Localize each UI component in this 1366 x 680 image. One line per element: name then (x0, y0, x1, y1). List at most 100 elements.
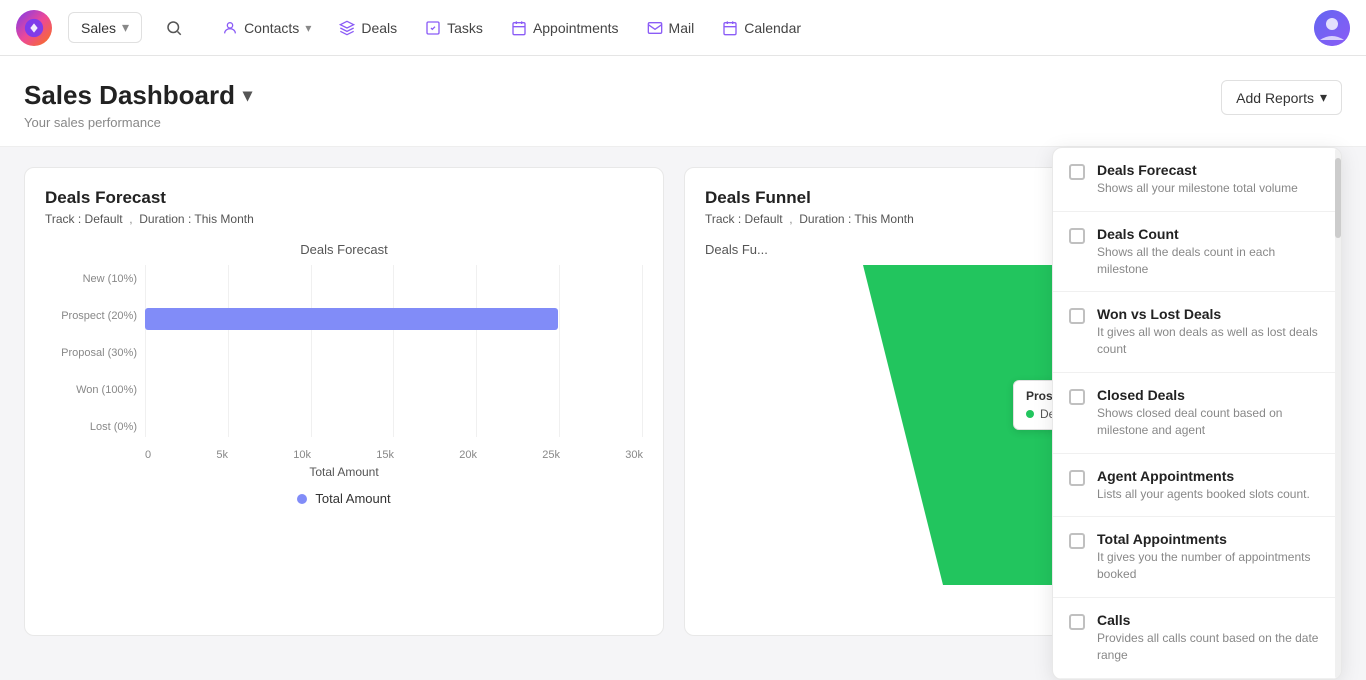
scrollbar-thumb (1335, 158, 1341, 238)
report-desc-closed-deals: Shows closed deal count based on milesto… (1097, 405, 1325, 439)
x-label-25k: 25k (542, 449, 560, 461)
report-info-agent-appointments: Agent Appointments Lists all your agents… (1097, 468, 1310, 503)
page-header: Sales Dashboard ▾ Your sales performance… (0, 56, 1366, 147)
search-button[interactable] (158, 12, 190, 44)
report-info-total-appointments: Total Appointments It gives you the numb… (1097, 531, 1325, 583)
report-info-closed-deals: Closed Deals Shows closed deal count bas… (1097, 387, 1325, 439)
report-item-calls[interactable]: Calls Provides all calls count based on … (1053, 598, 1341, 679)
x-label-20k: 20k (459, 449, 477, 461)
nav-mail[interactable]: Mail (635, 12, 707, 44)
x-label-0: 0 (145, 449, 151, 461)
page-title-text: Sales Dashboard (24, 80, 235, 111)
report-checkbox-deals-forecast[interactable] (1069, 164, 1085, 180)
deals-forecast-title: Deals Forecast (45, 188, 643, 208)
nav-appointments[interactable]: Appointments (499, 12, 631, 44)
funnel-track-label: Track : Default (705, 212, 783, 226)
report-desc-agent-appointments: Lists all your agents booked slots count… (1097, 486, 1310, 503)
report-checkbox-closed-deals[interactable] (1069, 389, 1085, 405)
report-name-deals-forecast: Deals Forecast (1097, 162, 1298, 178)
page: Sales Dashboard ▾ Your sales performance… (0, 56, 1366, 656)
funnel-duration-label: Duration : This Month (799, 212, 914, 226)
report-item-total-appointments[interactable]: Total Appointments It gives you the numb… (1053, 517, 1341, 598)
top-navigation: Sales ▾ Contacts ▾ Deals Tasks Appointme… (0, 0, 1366, 56)
bar-row-new (145, 265, 643, 301)
deals-forecast-subtitle: Track : Default , Duration : This Month (45, 212, 643, 226)
chart-legend: Total Amount (45, 491, 643, 506)
report-checkbox-deals-count[interactable] (1069, 228, 1085, 244)
workspace-label: Sales (81, 20, 116, 36)
report-info-won-vs-lost: Won vs Lost Deals It gives all won deals… (1097, 306, 1325, 358)
report-item-agent-appointments[interactable]: Agent Appointments Lists all your agents… (1053, 454, 1341, 518)
report-checkbox-won-vs-lost[interactable] (1069, 308, 1085, 324)
nav-tasks[interactable]: Tasks (413, 12, 495, 44)
user-avatar[interactable] (1314, 10, 1350, 46)
report-desc-deals-forecast: Shows all your milestone total volume (1097, 180, 1298, 197)
track-label: Track : Default (45, 212, 123, 226)
workspace-selector[interactable]: Sales ▾ (68, 12, 142, 43)
page-title-area: Sales Dashboard ▾ Your sales performance (24, 80, 252, 130)
report-name-closed-deals: Closed Deals (1097, 387, 1325, 403)
y-label-prospect: Prospect (20%) (45, 306, 137, 326)
nav-contacts[interactable]: Contacts ▾ (210, 12, 323, 44)
title-chevron-icon[interactable]: ▾ (243, 85, 252, 106)
report-item-closed-deals[interactable]: Closed Deals Shows closed deal count bas… (1053, 373, 1341, 454)
report-info-deals-count: Deals Count Shows all the deals count in… (1097, 226, 1325, 278)
page-title: Sales Dashboard ▾ (24, 80, 252, 111)
bar-prospect (145, 308, 558, 330)
report-info-deals-forecast: Deals Forecast Shows all your milestone … (1097, 162, 1298, 197)
chevron-down-icon: ▾ (305, 21, 311, 35)
legend-dot (297, 494, 307, 504)
bar-row-proposal (145, 337, 643, 373)
y-axis: New (10%) Prospect (20%) Proposal (30%) … (45, 265, 145, 461)
scrollbar-track[interactable] (1335, 148, 1341, 679)
nav-appointments-label: Appointments (533, 20, 619, 36)
report-desc-won-vs-lost: It gives all won deals as well as lost d… (1097, 324, 1325, 358)
chart-plot-area: 0 5k 10k 15k 20k 25k 30k (145, 265, 643, 461)
x-label-10k: 10k (293, 449, 311, 461)
bar-row-won (145, 373, 643, 409)
duration-label: Duration : This Month (139, 212, 254, 226)
reports-panel: Deals Forecast Shows all your milestone … (1052, 147, 1342, 680)
bar-chart-container: Deals Forecast New (10%) Prospect (20%) … (45, 242, 643, 506)
report-desc-deals-count: Shows all the deals count in each milest… (1097, 244, 1325, 278)
bar-row-prospect (145, 301, 643, 337)
chevron-down-icon: ▾ (1320, 89, 1327, 106)
chevron-down-icon: ▾ (122, 19, 129, 36)
report-checkbox-calls[interactable] (1069, 614, 1085, 630)
main-content: Deals Forecast Track : Default , Duratio… (0, 147, 1366, 656)
y-label-lost: Lost (0%) (45, 417, 137, 437)
nav-mail-label: Mail (669, 20, 695, 36)
nav-tasks-label: Tasks (447, 20, 483, 36)
bar-row-lost (145, 409, 643, 445)
report-name-won-vs-lost: Won vs Lost Deals (1097, 306, 1325, 322)
y-label-proposal: Proposal (30%) (45, 343, 137, 363)
report-desc-calls: Provides all calls count based on the da… (1097, 630, 1325, 664)
x-label-30k: 30k (625, 449, 643, 461)
y-label-won: Won (100%) (45, 380, 137, 400)
report-name-deals-count: Deals Count (1097, 226, 1325, 242)
nav-calendar-label: Calendar (744, 20, 801, 36)
x-axis-title: Total Amount (45, 465, 643, 479)
legend-label: Total Amount (315, 491, 390, 506)
report-name-agent-appointments: Agent Appointments (1097, 468, 1310, 484)
app-logo (16, 10, 52, 46)
bar-chart-title: Deals Forecast (45, 242, 643, 257)
deals-forecast-card: Deals Forecast Track : Default , Duratio… (24, 167, 664, 636)
nav-deals[interactable]: Deals (327, 12, 409, 44)
bars-area (145, 265, 643, 445)
add-reports-label: Add Reports (1236, 90, 1314, 106)
x-label-15k: 15k (376, 449, 394, 461)
report-item-deals-count[interactable]: Deals Count Shows all the deals count in… (1053, 212, 1341, 293)
nav-items: Contacts ▾ Deals Tasks Appointments Mail… (210, 12, 813, 44)
report-checkbox-agent-appointments[interactable] (1069, 470, 1085, 486)
nav-calendar[interactable]: Calendar (710, 12, 813, 44)
x-label-5k: 5k (216, 449, 228, 461)
report-name-calls: Calls (1097, 612, 1325, 628)
add-reports-button[interactable]: Add Reports ▾ (1221, 80, 1342, 115)
page-subtitle: Your sales performance (24, 115, 252, 130)
report-item-won-vs-lost[interactable]: Won vs Lost Deals It gives all won deals… (1053, 292, 1341, 373)
report-checkbox-total-appointments[interactable] (1069, 533, 1085, 549)
report-item-deals-forecast[interactable]: Deals Forecast Shows all your milestone … (1053, 148, 1341, 212)
y-label-new: New (10%) (45, 269, 137, 289)
nav-contacts-label: Contacts (244, 20, 299, 36)
